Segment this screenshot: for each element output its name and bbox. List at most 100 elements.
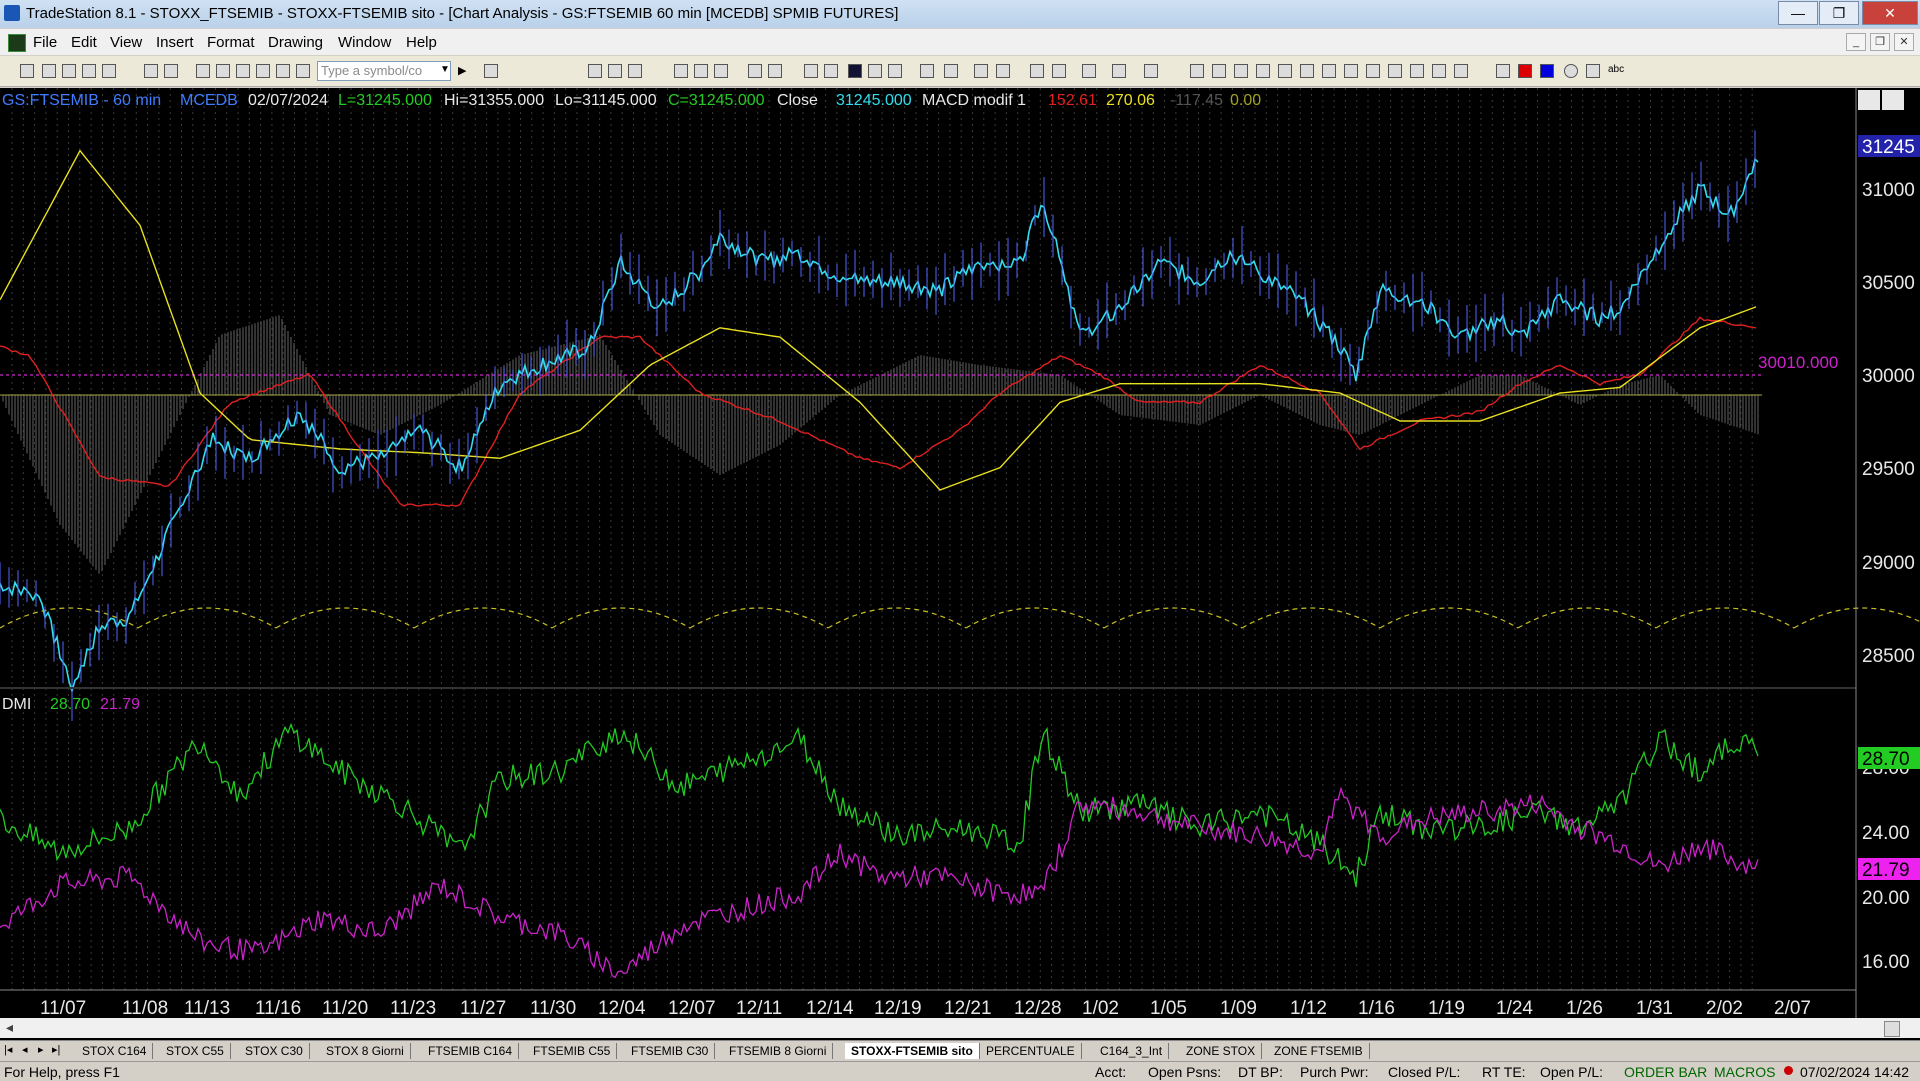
tab-percentuale[interactable]: PERCENTUALE: [980, 1043, 1082, 1059]
new-file-icon[interactable]: [20, 64, 34, 78]
chart-tool-17-icon[interactable]: [1082, 64, 1096, 78]
mdi-minimize-button[interactable]: _: [1846, 33, 1866, 51]
chart-doc-icon[interactable]: [8, 34, 26, 52]
chart-tool-18-icon[interactable]: [1112, 64, 1126, 78]
symbol-input[interactable]: Type a symbol/co: [317, 61, 451, 81]
chart-window[interactable]: GS:FTSEMIB - 60 min MCEDB 02/07/2024 L=3…: [0, 88, 1920, 1040]
color-icon[interactable]: [296, 64, 310, 78]
print-icon[interactable]: [164, 64, 178, 78]
horizontal-lines-icon[interactable]: [1234, 64, 1248, 78]
menu-help[interactable]: Help: [406, 34, 437, 51]
tab-c164-3-int[interactable]: C164_3_Int: [1094, 1043, 1170, 1059]
chart-tool-9-icon[interactable]: [804, 64, 818, 78]
zoom-out-icon[interactable]: [996, 64, 1010, 78]
tab-zone-ftsemib[interactable]: ZONE FTSEMIB: [1268, 1043, 1370, 1059]
zoom-in-icon[interactable]: [974, 64, 988, 78]
macros-button[interactable]: MACROS: [1714, 1064, 1775, 1080]
chart-tool-2-icon[interactable]: [608, 64, 622, 78]
drawing-tool-7-icon[interactable]: [1388, 64, 1402, 78]
chart-tool-8-icon[interactable]: [768, 64, 782, 78]
vertical-lines-icon[interactable]: [1212, 64, 1226, 78]
tab-ftsemib-c30[interactable]: FTSEMIB C30: [625, 1043, 716, 1059]
horizontal-scrollbar[interactable]: ◂: [0, 1018, 1920, 1038]
drawing-tool-6-icon[interactable]: [1366, 64, 1380, 78]
close-button[interactable]: ✕: [1862, 1, 1918, 25]
gear-icon[interactable]: [256, 64, 270, 78]
menu-drawing[interactable]: Drawing: [268, 34, 323, 51]
drawing-tool-9-icon[interactable]: [1432, 64, 1446, 78]
tab-stox-8-giorni[interactable]: STOX 8 Giorni: [320, 1043, 411, 1059]
menu-view[interactable]: View: [110, 34, 142, 51]
play-icon[interactable]: ▶: [458, 64, 472, 78]
lock-icon[interactable]: [236, 64, 250, 78]
menu-insert[interactable]: Insert: [156, 34, 194, 51]
drawing-tool-4-icon[interactable]: [1322, 64, 1336, 78]
trendline-icon[interactable]: [1190, 64, 1204, 78]
drawing-tool-3-icon[interactable]: [1300, 64, 1314, 78]
chart-tool-12-icon[interactable]: [868, 64, 882, 78]
text-icon[interactable]: abc: [1608, 64, 1624, 78]
down-arrow-icon[interactable]: [1518, 64, 1532, 78]
open-file-icon[interactable]: [42, 64, 56, 78]
chart-tool-19-icon[interactable]: [1144, 64, 1158, 78]
drawing-tool-1-icon[interactable]: [1256, 64, 1270, 78]
tab-ftsemib-8-giorni[interactable]: FTSEMIB 8 Giorni: [723, 1043, 834, 1059]
window-icon[interactable]: [196, 64, 210, 78]
menu-window[interactable]: Window: [338, 34, 391, 51]
drawing-tool-8-icon[interactable]: [1410, 64, 1424, 78]
chart-tool-1-icon[interactable]: [588, 64, 602, 78]
chevron-down-icon[interactable]: ▼: [440, 64, 454, 78]
window2-icon[interactable]: [216, 64, 230, 78]
restore-button[interactable]: ❐: [1819, 1, 1859, 25]
tab-stoxx-ftsemib-sito[interactable]: STOXX-FTSEMIB sito: [845, 1043, 980, 1059]
tab-stox-c164[interactable]: STOX C164: [76, 1043, 154, 1059]
tab-nav-last-icon[interactable]: ▸|: [52, 1043, 60, 1056]
symbol-lookup-icon[interactable]: [484, 64, 498, 78]
tab-nav-next-icon[interactable]: ▸: [38, 1043, 44, 1056]
chart-tool-15-icon[interactable]: [944, 64, 958, 78]
chart-tool-3-icon[interactable]: [628, 64, 642, 78]
chart-tool-5-icon[interactable]: [694, 64, 708, 78]
chart-tool-14-icon[interactable]: [920, 64, 934, 78]
pane-restore-button[interactable]: [1882, 90, 1904, 110]
tab-nav-prev-icon[interactable]: ◂: [22, 1043, 28, 1056]
pointer-icon[interactable]: [1030, 64, 1044, 78]
scroll-left-icon[interactable]: ◂: [6, 1019, 13, 1036]
pane-minimize-button[interactable]: [1858, 90, 1880, 110]
workspace-icon[interactable]: [102, 64, 116, 78]
chart-tool-10-icon[interactable]: [824, 64, 838, 78]
drawing-tool-5-icon[interactable]: [1344, 64, 1358, 78]
menu-edit[interactable]: Edit: [71, 34, 97, 51]
save-icon[interactable]: [62, 64, 76, 78]
chart-svg[interactable]: GS:FTSEMIB - 60 min MCEDB 02/07/2024 L=3…: [0, 88, 1920, 1040]
order-bar-button[interactable]: ORDER BAR: [1624, 1064, 1707, 1080]
drawing-tool-11-icon[interactable]: [1496, 64, 1510, 78]
tab-ftsemib-c55[interactable]: FTSEMIB C55: [527, 1043, 618, 1059]
ellipse-icon[interactable]: [1564, 64, 1578, 78]
tab-zone-stox[interactable]: ZONE STOX: [1180, 1043, 1263, 1059]
rectangle-icon[interactable]: [1586, 64, 1600, 78]
tab-nav-first-icon[interactable]: |◂: [4, 1043, 12, 1056]
minimize-button[interactable]: —: [1778, 1, 1818, 25]
tab-stox-c30[interactable]: STOX C30: [239, 1043, 310, 1059]
chart-tool-13-icon[interactable]: [888, 64, 902, 78]
chart-tool-7-icon[interactable]: [748, 64, 762, 78]
chart-tool-11-icon[interactable]: [848, 64, 862, 78]
status-date: 02/07/2024: [248, 92, 328, 109]
chart-tool-6-icon[interactable]: [714, 64, 728, 78]
mdi-close-button[interactable]: ✕: [1894, 33, 1914, 51]
globe-icon[interactable]: [276, 64, 290, 78]
save-all-icon[interactable]: [82, 64, 96, 78]
chart-tool-16-icon[interactable]: [1052, 64, 1066, 78]
tab-ftsemib-c164[interactable]: FTSEMIB C164: [422, 1043, 520, 1059]
drawing-tool-10-icon[interactable]: [1454, 64, 1468, 78]
menu-file[interactable]: File: [33, 34, 57, 51]
mdi-restore-button[interactable]: ❐: [1870, 33, 1890, 51]
print-preview-icon[interactable]: [144, 64, 158, 78]
drawing-tool-2-icon[interactable]: [1278, 64, 1292, 78]
tab-stox-c55[interactable]: STOX C55: [160, 1043, 231, 1059]
menu-format[interactable]: Format: [207, 34, 255, 51]
scroll-thumb[interactable]: [1884, 1021, 1900, 1037]
chart-tool-4-icon[interactable]: [674, 64, 688, 78]
up-arrow-icon[interactable]: [1540, 64, 1554, 78]
